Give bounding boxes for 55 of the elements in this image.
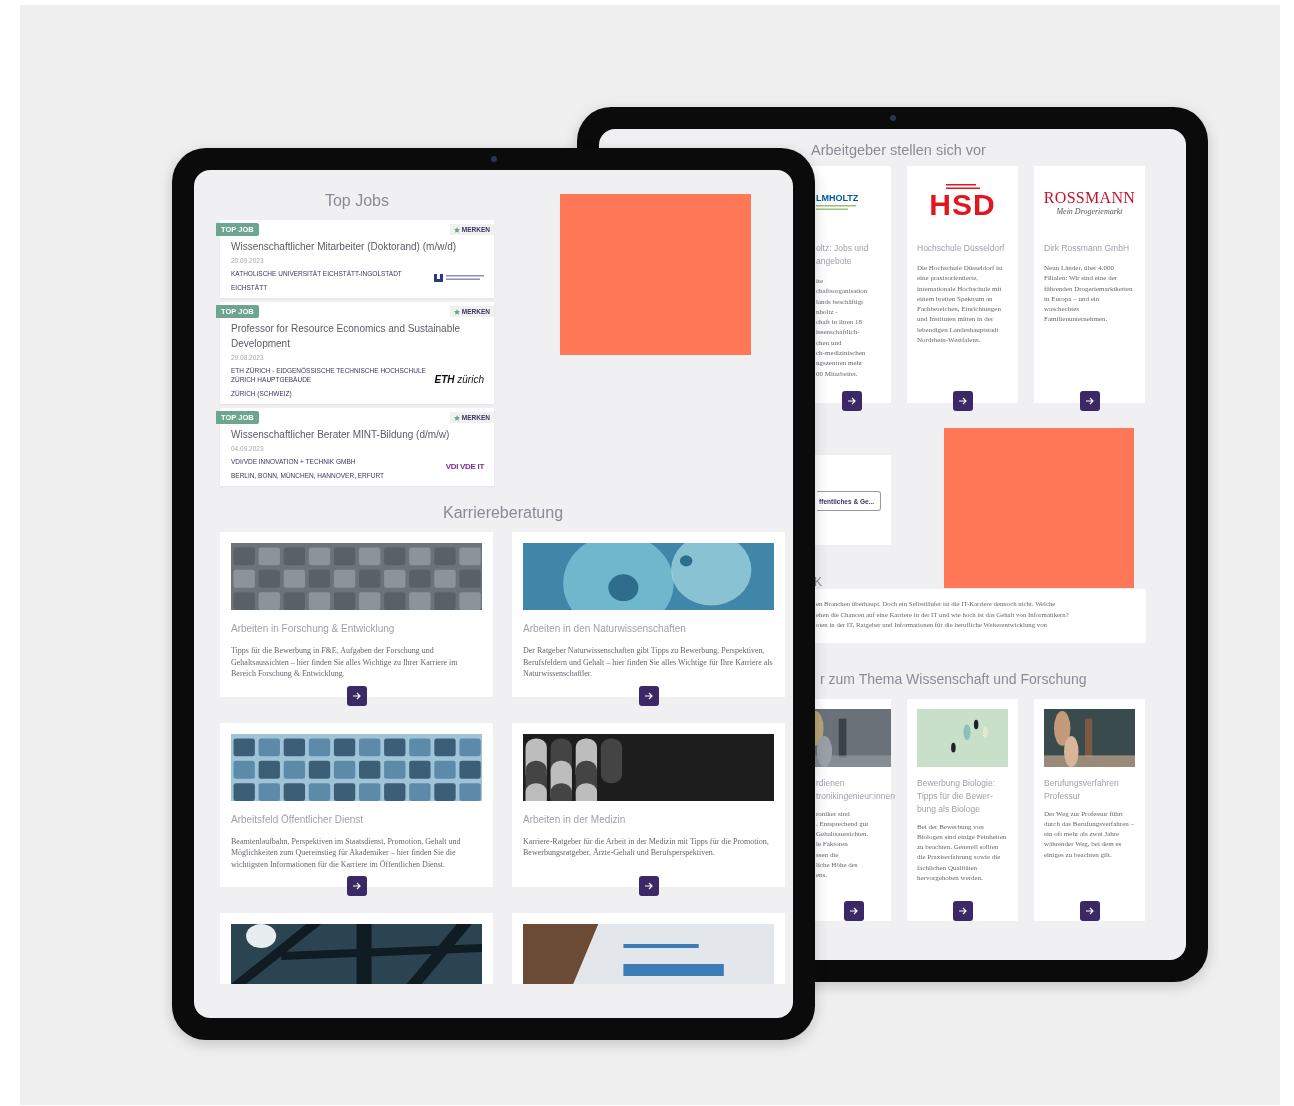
arrow-right-icon bbox=[351, 881, 362, 891]
article-title: Bewerbung Biologie: Tipps für die Bewer- bung als Biologe bbox=[917, 776, 996, 816]
article-title: Berufungsverfahren Professur bbox=[1044, 776, 1120, 803]
article-title: Arbeiten in den Naturwissenschaften bbox=[523, 622, 687, 636]
section-heading: Arbeitgeber stellen sich vor bbox=[811, 142, 987, 158]
article-summary: Der Ratgeber Naturwissenschaften gibt Tipps zu Bewerbung, Perspektiven, Berufsfeldern und Gehalt – hier finden Sie alles Wichtige für Ihre Karriere als Naturwissenschaftler. bbox=[523, 645, 774, 680]
arrow-right-icon bbox=[846, 396, 857, 406]
job-title[interactable]: Wissenschaftlicher Mitarbeiter (Doktorand) (m/w/d) bbox=[231, 239, 484, 254]
arrow-button[interactable] bbox=[1079, 900, 1100, 921]
company-logo: LMHOLTZ bbox=[816, 193, 859, 203]
arrow-right-icon bbox=[643, 881, 654, 891]
company-logo: VDI VDE IT bbox=[445, 461, 484, 471]
star-icon bbox=[453, 226, 460, 233]
camera-dot bbox=[490, 156, 497, 162]
logo-lines-drawing bbox=[816, 205, 856, 211]
article-title: Arbeiten in der Medizin bbox=[523, 812, 627, 827]
arrow-button[interactable] bbox=[638, 685, 659, 706]
employer-name: Dirk Rossmann GmbH bbox=[1044, 242, 1131, 255]
arrow-right-icon bbox=[957, 905, 968, 916]
arrow-right-icon bbox=[957, 396, 968, 406]
arrow-button[interactable] bbox=[346, 876, 367, 896]
company-logo: ETH zürich bbox=[434, 374, 484, 385]
star-icon bbox=[453, 414, 460, 421]
employer-name: oltz: Jobs und angebote bbox=[816, 242, 870, 268]
job-title[interactable]: Wissenschaftlicher Berater MINT-Bildung (d/m/w) bbox=[231, 427, 484, 442]
arrow-button[interactable] bbox=[952, 391, 973, 411]
logo-tagline: Mein Drogeriemarkt bbox=[1056, 206, 1123, 216]
article-summary: Tipps für die Bewerbung in F&E, Aufgaben der Forschung und Gehaltsaussichten – hier finden Sie alles Wichtige zu Ihrer Karriere im Bereich Forschung & Entwicklung. bbox=[231, 645, 459, 680]
article-summary: Beamtenlaufbahn, Perspektiven im Staatsdienst, Promotion, Gehalt und Möglichkeiten zum Quereinstieg für Akademiker – hier finden Sie die wichtigsten Informationen für die Karriere im Öffentlichen Dienst. bbox=[231, 835, 462, 870]
arrow-button[interactable] bbox=[843, 900, 864, 921]
arrow-right-icon bbox=[848, 905, 859, 916]
job-title[interactable]: Professor for Resource Economics and Sustainable Development bbox=[231, 321, 484, 351]
logo-lines-drawing bbox=[945, 184, 980, 190]
arrow-right-icon bbox=[351, 690, 362, 701]
arrow-button[interactable] bbox=[952, 900, 973, 921]
employer-name: Hochschule Düsseldorf bbox=[917, 242, 1006, 255]
section-heading: Top Jobs bbox=[323, 192, 390, 210]
arrow-right-icon bbox=[1084, 905, 1095, 916]
arrow-right-icon bbox=[643, 690, 654, 701]
section-heading: K bbox=[814, 575, 823, 589]
star-icon bbox=[453, 308, 460, 315]
section-heading: r zum Thema Wissenschaft und Forschung bbox=[820, 670, 1088, 687]
article-title: Arbeiten in Forschung & Entwicklung bbox=[231, 622, 396, 636]
camera-dot bbox=[889, 115, 896, 121]
arrow-button[interactable] bbox=[1079, 391, 1100, 411]
section-heading: Karriereberatung bbox=[441, 504, 565, 522]
arrow-button[interactable] bbox=[841, 391, 862, 411]
article-summary: Karriere-Ratgeber für die Arbeit in der Medizin mit Tipps für die Promotion, Bewerbungsratgeber, Ärzte-Gehalt und Berufsperspektiven. bbox=[523, 835, 770, 859]
arrow-right-icon bbox=[1084, 396, 1095, 406]
arrow-button[interactable] bbox=[346, 685, 367, 706]
university-logo bbox=[434, 274, 484, 282]
article-title: Arbeitsfeld Öffentlicher Dienst bbox=[231, 812, 365, 827]
company-logo: ROSSMANN bbox=[1043, 188, 1136, 207]
arrow-button[interactable] bbox=[638, 876, 659, 896]
company-logo: HSD bbox=[929, 190, 996, 220]
